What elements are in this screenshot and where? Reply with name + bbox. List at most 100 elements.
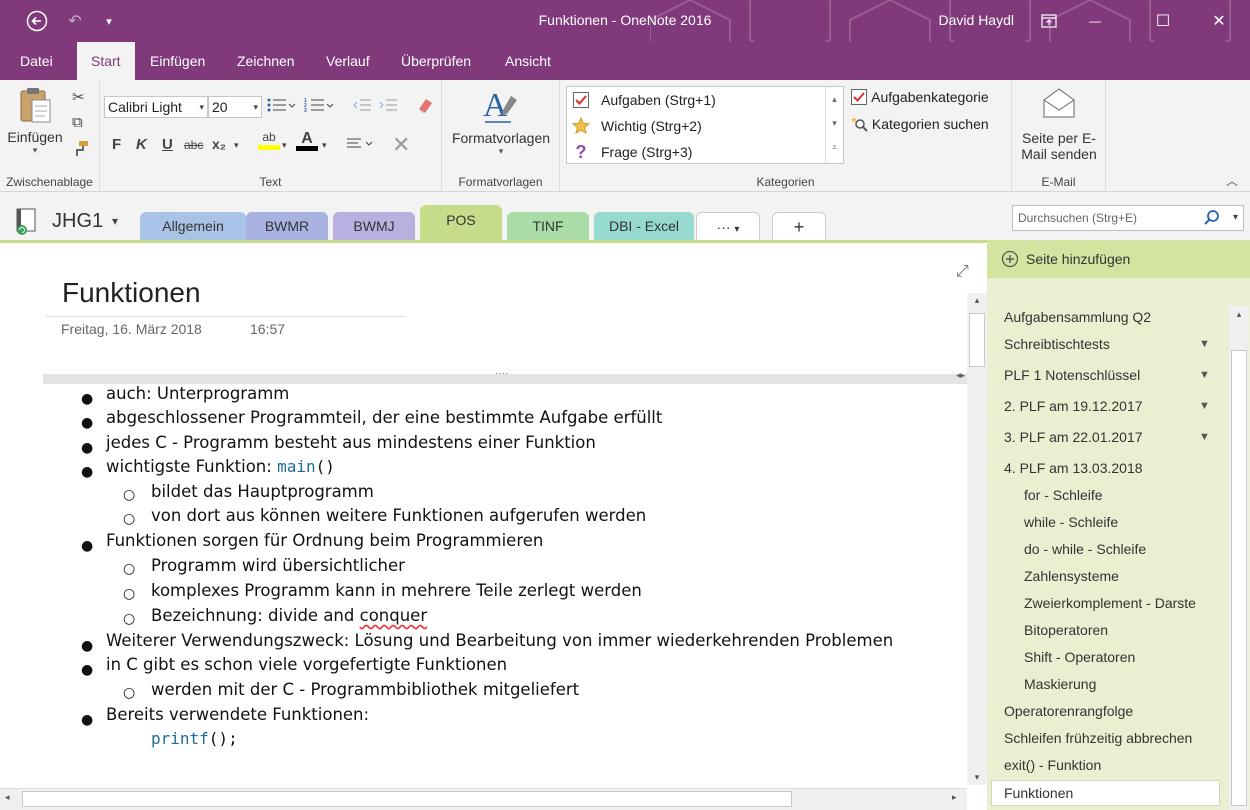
collapse-ribbon-icon[interactable]: ︿ — [1226, 172, 1238, 189]
note-container[interactable]: ● auch: Unterprogramm ● abgeschlossener … — [43, 384, 967, 794]
more-sections-button[interactable]: ··· ▾ — [696, 212, 760, 240]
font-size-select[interactable]: 20 ▾ — [208, 96, 262, 118]
format-painter-icon[interactable] — [72, 140, 90, 162]
maximize-button[interactable]: ☐ — [1140, 0, 1186, 42]
underline-button[interactable]: U — [162, 136, 173, 153]
ribbon-display-button[interactable] — [1026, 0, 1072, 42]
search-input[interactable]: Durchsuchen (Strg+E) ▾ — [1012, 205, 1244, 231]
section-tab-bwmj[interactable]: BWMJ — [333, 212, 415, 240]
tab-datei[interactable]: Datei — [6, 42, 67, 80]
subpage-item[interactable]: Zweierkomplement - Darste — [1024, 595, 1196, 611]
highlight-button[interactable]: ab — [258, 130, 280, 150]
page-item[interactable]: 4. PLF am 13.03.2018 — [1004, 460, 1143, 476]
page-item[interactable]: Aufgabensammlung Q2 — [1004, 309, 1151, 325]
page-item[interactable]: PLF 1 Notenschlüssel — [1004, 367, 1140, 383]
subpage-item[interactable]: for - Schleife — [1024, 487, 1103, 503]
align-icon[interactable] — [346, 136, 374, 156]
note-line[interactable]: von dort aus können weitere Funktionen a… — [151, 506, 646, 525]
subscript-button[interactable]: x₂ — [212, 136, 226, 152]
chevron-down-icon[interactable]: ▼ — [1199, 400, 1210, 412]
scrollbar-thumb[interactable] — [22, 791, 792, 807]
page-item[interactable]: Operatorenrangfolge — [1004, 703, 1133, 719]
note-line[interactable]: abgeschlossener Programmteil, der eine b… — [106, 408, 662, 427]
note-line[interactable]: komplexes Programm kann in mehrere Teile… — [151, 581, 642, 600]
chevron-right-icon[interactable]: ▸ — [952, 792, 957, 803]
minimize-button[interactable]: — — [1072, 0, 1118, 42]
page-vertical-scrollbar[interactable]: ▴ ▾ — [967, 293, 987, 785]
page-item[interactable]: Schreibtischtests — [1004, 336, 1110, 352]
styles-button[interactable]: A Formatvorlagen ▾ — [446, 86, 556, 170]
scrollbar-thumb[interactable] — [1231, 350, 1247, 806]
font-family-select[interactable]: Calibri Light ▾ — [104, 96, 208, 118]
note-line[interactable]: bildet das Hauptprogramm — [151, 482, 374, 501]
tab-ansicht[interactable]: Ansicht — [491, 42, 565, 80]
add-section-button[interactable]: + — [772, 212, 826, 240]
close-button[interactable]: ✕ — [1196, 0, 1242, 42]
tab-zeichnen[interactable]: Zeichnen — [223, 42, 309, 80]
page-item[interactable]: Schleifen frühzeitig abbrechen — [1004, 730, 1192, 746]
chevron-down-icon[interactable]: ▼ — [1199, 338, 1210, 350]
bullet-list-icon[interactable] — [266, 96, 296, 118]
user-name[interactable]: David Haydl — [939, 12, 1014, 28]
note-line[interactable]: auch: Unterprogramm — [106, 384, 289, 403]
note-line[interactable]: Weiterer Verwendungszweck: Lösung und Be… — [106, 631, 893, 650]
page-horizontal-scrollbar[interactable]: ◂ ▸ — [0, 788, 967, 810]
chevron-down-icon[interactable]: ▾ — [282, 140, 287, 151]
section-tab-bwmr[interactable]: BWMR — [246, 212, 328, 240]
decrease-indent-icon[interactable] — [352, 96, 372, 118]
section-tab-dbi-excel[interactable]: DBI - Excel — [594, 212, 694, 240]
tag-item-tasks[interactable]: Aufgaben (Strg+1) — [567, 87, 825, 113]
tag-item-question[interactable]: ? Frage (Strg+3) — [567, 139, 825, 165]
note-line[interactable]: Bezeichnung: divide and conquer — [151, 606, 427, 625]
full-page-view-icon[interactable]: ⤢ — [956, 263, 969, 281]
resize-handle-icon[interactable]: ◂▸ — [956, 370, 965, 381]
note-line[interactable]: jedes C - Programm besteht aus mindesten… — [106, 433, 596, 452]
chevron-down-icon[interactable]: ▾ — [234, 140, 239, 151]
delete-icon[interactable]: ✕ — [392, 132, 410, 158]
page-list-scrollbar[interactable]: ▴ — [1229, 306, 1249, 810]
chevron-down-icon[interactable]: ▾ — [967, 772, 987, 783]
section-tab-pos[interactable]: POS — [420, 205, 502, 240]
strikethrough-button[interactable]: abc — [184, 138, 203, 152]
bold-button[interactable]: F — [112, 136, 121, 153]
code-line[interactable]: printf(); — [151, 729, 238, 748]
note-container-handle[interactable]: ···· ◂▸ — [43, 368, 967, 384]
chevron-up-icon[interactable]: ▴ — [1229, 309, 1249, 320]
add-page-button[interactable]: Seite hinzufügen — [987, 240, 1250, 278]
page-item[interactable]: 2. PLF am 19.12.2017 — [1004, 398, 1143, 414]
subpage-item[interactable]: Maskierung — [1024, 676, 1096, 692]
tag-category-button[interactable]: Aufgabenkategorie — [850, 88, 989, 108]
italic-button[interactable]: K — [136, 136, 147, 153]
note-line[interactable]: Funktionen sorgen für Ordnung beim Progr… — [106, 531, 543, 550]
copy-icon[interactable]: ⧉ — [72, 114, 83, 131]
font-color-button[interactable]: A — [296, 130, 318, 151]
subpage-item[interactable]: Shift - Operatoren — [1024, 649, 1135, 665]
note-line[interactable]: wichtigste Funktion: main() — [106, 457, 335, 476]
page-item-selected[interactable]: Funktionen — [991, 780, 1220, 806]
chevron-down-icon[interactable]: ▼ — [1199, 431, 1210, 443]
page-item[interactable]: 3. PLF am 22.01.2017 — [1004, 429, 1143, 445]
clear-formatting-icon[interactable] — [414, 94, 436, 120]
subpage-item[interactable]: do - while - Schleife — [1024, 541, 1146, 557]
subpage-item[interactable]: Bitoperatoren — [1024, 622, 1108, 638]
chevron-left-icon[interactable]: ◂ — [5, 792, 10, 803]
note-line[interactable]: in C gibt es schon viele vorgefertigte F… — [106, 655, 507, 674]
note-line[interactable]: Programm wird übersichtlicher — [151, 556, 405, 575]
section-tab-tinf[interactable]: TINF — [507, 212, 589, 240]
chevron-down-icon[interactable]: ▾ — [322, 140, 327, 151]
subpage-item[interactable]: while - Schleife — [1024, 514, 1118, 530]
paste-button[interactable]: Einfügen ▾ — [4, 86, 66, 170]
chevron-up-icon[interactable]: ▴ — [967, 295, 987, 306]
note-line[interactable]: Bereits verwendete Funktionen: — [106, 705, 369, 724]
subpage-item[interactable]: Zahlensysteme — [1024, 568, 1119, 584]
page-title[interactable]: Funktionen — [62, 277, 201, 309]
cut-icon[interactable]: ✂ — [72, 88, 85, 106]
scrollbar-thumb[interactable] — [969, 313, 985, 367]
tab-einfuegen[interactable]: Einfügen — [136, 42, 219, 80]
note-line[interactable]: werden mit der C - Programmbibliothek mi… — [151, 680, 579, 699]
tab-ueberpruefen[interactable]: Überprüfen — [387, 42, 485, 80]
find-tags-button[interactable]: Kategorien suchen — [850, 115, 989, 135]
numbered-list-icon[interactable]: 123 — [304, 96, 334, 118]
section-tab-allgemein[interactable]: Allgemein — [140, 212, 246, 240]
chevron-down-icon[interactable]: ▼ — [1199, 369, 1210, 381]
